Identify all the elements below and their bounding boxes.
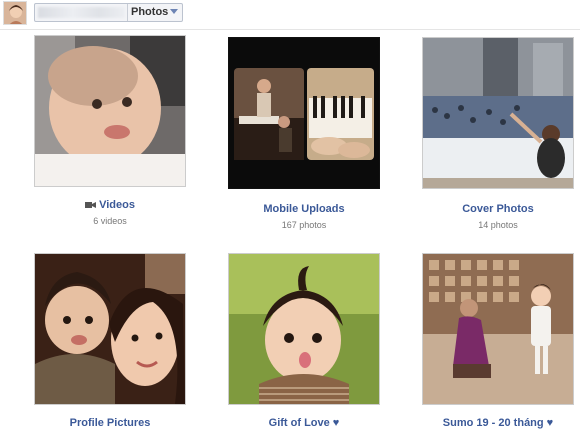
album-cover-mobile-uploads[interactable] xyxy=(228,37,380,189)
album-cover-sumo[interactable] xyxy=(422,253,574,405)
chevron-down-icon[interactable] xyxy=(170,9,178,14)
avatar[interactable] xyxy=(3,1,27,25)
album-title-mobile-uploads[interactable]: Mobile Uploads xyxy=(209,203,399,215)
album-type-selector[interactable]: Photos xyxy=(34,3,183,22)
album-cover-gift-of-love[interactable] xyxy=(228,253,380,405)
blurred-name xyxy=(38,7,125,18)
video-camera-icon xyxy=(85,200,97,208)
album-cover-videos[interactable] xyxy=(34,35,186,187)
album-title-cover-photos[interactable]: Cover Photos xyxy=(403,203,580,215)
album-count-cover-photos: 14 photos xyxy=(478,220,518,230)
album-cover-profile-pictures[interactable] xyxy=(34,253,186,405)
album-title-sumo[interactable]: Sumo 19 - 20 tháng ♥ xyxy=(403,417,580,429)
album-count-mobile-uploads: 167 photos xyxy=(281,220,327,230)
album-title-gift-of-love[interactable]: Gift of Love ♥ xyxy=(209,417,399,429)
album-cover-cover-photos[interactable] xyxy=(422,37,574,189)
album-count-videos: 6 videos xyxy=(93,216,127,226)
album-title-videos[interactable]: Videos xyxy=(15,199,205,211)
album-title-profile-pictures[interactable]: Profile Pictures xyxy=(15,417,205,429)
selector-label: Photos xyxy=(131,6,169,18)
top-bar: Photos xyxy=(0,0,580,30)
